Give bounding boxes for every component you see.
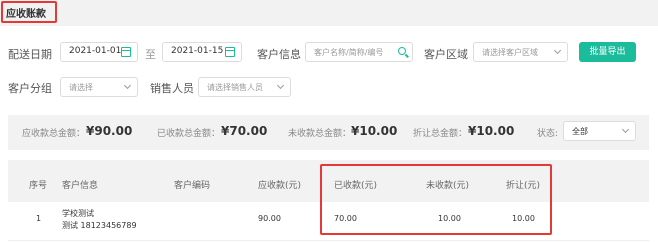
customer-group-placeholder: 请选择 bbox=[69, 83, 93, 92]
columns-highlight-box bbox=[320, 164, 552, 235]
column-header-customer-info: 客户信息 bbox=[62, 181, 99, 191]
customer-info-placeholder: 客户名称/简称/编号 bbox=[314, 48, 384, 57]
discount-total-label: 折让总金额： bbox=[413, 129, 468, 139]
chevron-down-icon bbox=[123, 81, 132, 90]
received-total-value: ¥70.00 bbox=[221, 124, 268, 138]
customer-info-input[interactable]: 客户名称/简称/编号 bbox=[305, 42, 413, 62]
received-total-label: 已收款总金额： bbox=[157, 129, 221, 139]
date-separator: 至 bbox=[145, 48, 156, 61]
status-label: 状态: bbox=[537, 129, 559, 139]
row-customer-contact: 测试 18123456789 bbox=[62, 221, 137, 230]
status-select[interactable]: 全部 bbox=[563, 121, 636, 141]
unreceived-total-value: ¥10.00 bbox=[351, 124, 398, 138]
column-header-receivable: 应收款(元) bbox=[258, 181, 302, 191]
date-label: 配送日期 bbox=[8, 48, 52, 61]
salesperson-label: 销售人员 bbox=[150, 82, 194, 95]
end-date-value: 2021-01-15 bbox=[171, 46, 224, 56]
salesperson-select[interactable]: 请选择销售人员 bbox=[198, 77, 291, 97]
column-header-customer-code: 客户编码 bbox=[174, 181, 211, 191]
row-divider bbox=[8, 240, 649, 241]
salesperson-placeholder: 请选择销售人员 bbox=[207, 83, 263, 92]
customer-region-placeholder: 请选择客户区域 bbox=[482, 48, 538, 57]
customer-group-select[interactable]: 请选择 bbox=[60, 77, 138, 97]
status-value: 全部 bbox=[572, 127, 588, 136]
search-icon[interactable] bbox=[398, 47, 406, 55]
discount-total-value: ¥10.00 bbox=[468, 124, 515, 138]
customer-info-label: 客户信息 bbox=[257, 48, 301, 61]
end-date-input[interactable]: 2021-01-15 bbox=[162, 42, 242, 62]
calendar-icon[interactable] bbox=[225, 47, 235, 57]
chevron-down-icon bbox=[621, 125, 630, 134]
export-button[interactable]: 批量导出 bbox=[579, 42, 636, 62]
customer-region-label: 客户区域 bbox=[424, 48, 468, 61]
receivable-total-label: 应收款总金额： bbox=[22, 129, 86, 139]
calendar-icon[interactable] bbox=[121, 47, 131, 57]
chevron-down-icon bbox=[553, 46, 562, 55]
row-index: 1 bbox=[36, 214, 42, 223]
start-date-value: 2021-01-01 bbox=[69, 46, 122, 56]
row-customer-name: 学校测试 bbox=[62, 209, 94, 218]
title-highlight-box bbox=[1, 1, 57, 23]
column-header-index: 序号 bbox=[29, 181, 48, 191]
title-bar bbox=[0, 0, 658, 26]
customer-region-select[interactable]: 请选择客户区域 bbox=[473, 42, 568, 62]
receivable-total-value: ¥90.00 bbox=[86, 124, 133, 138]
customer-group-label: 客户分组 bbox=[8, 82, 52, 95]
unreceived-total-label: 未收款总金额： bbox=[288, 129, 352, 139]
row-receivable: 90.00 bbox=[258, 214, 281, 223]
start-date-input[interactable]: 2021-01-01 bbox=[60, 42, 138, 62]
chevron-down-icon bbox=[276, 81, 285, 90]
